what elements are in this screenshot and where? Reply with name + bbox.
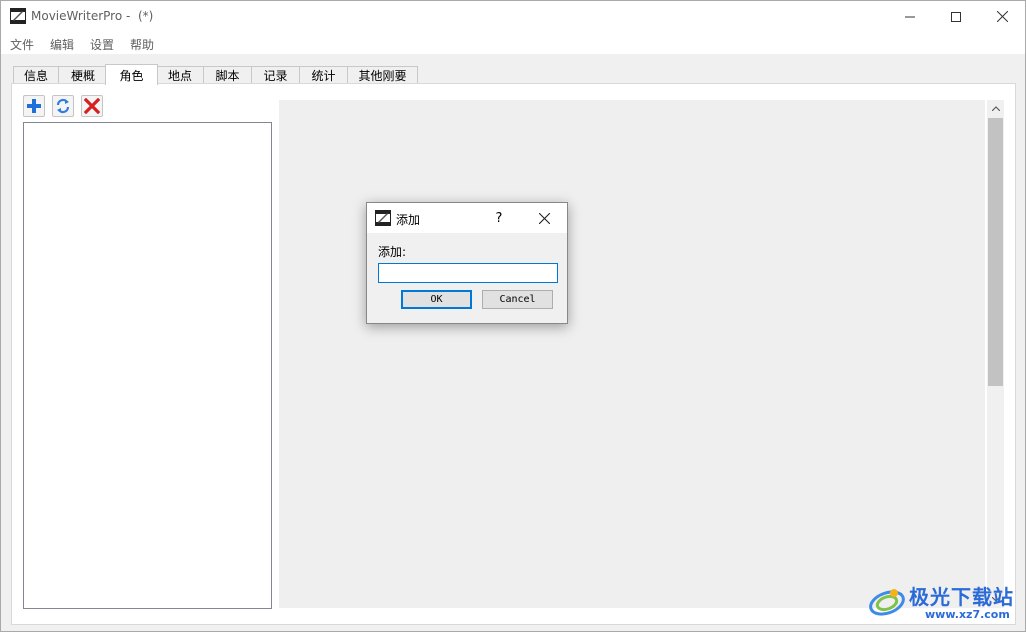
close-icon (538, 212, 550, 224)
close-icon (996, 11, 1008, 22)
dialog-close-button[interactable] (533, 207, 555, 229)
dialog-help-button[interactable]: ? (489, 207, 509, 229)
delete-character-button[interactable] (81, 95, 103, 117)
window-title: MovieWriterPro - (*) (31, 9, 154, 23)
tab-synopsis[interactable]: 梗概 (58, 66, 108, 84)
menu-file[interactable]: 文件 (10, 36, 34, 53)
characters-panel (11, 83, 1016, 625)
menu-bar: 文件 编辑 设置 帮助 (1, 32, 1025, 54)
character-detail-area (279, 100, 985, 608)
chevron-up-icon (991, 106, 1000, 111)
refresh-button[interactable] (52, 95, 74, 117)
menu-settings[interactable]: 设置 (90, 36, 114, 53)
scroll-thumb[interactable] (988, 118, 1003, 386)
plus-icon (27, 99, 41, 113)
add-dialog: 添加 ? 添加: OK Cancel (366, 202, 568, 324)
close-window-button[interactable] (979, 1, 1025, 32)
menu-edit[interactable]: 编辑 (50, 36, 74, 53)
dialog-title: 添加 (396, 213, 421, 227)
add-name-input[interactable] (378, 263, 558, 283)
site-watermark: 极光下载站 www.xz7.com (867, 579, 1023, 625)
tab-notes[interactable]: 记录 (251, 66, 300, 84)
maximize-button[interactable] (933, 1, 979, 32)
add-character-button[interactable] (23, 95, 45, 117)
tab-other-outline[interactable]: 其他刚要 (347, 66, 418, 84)
watermark-url: www.xz7.com (925, 608, 1010, 621)
refresh-icon (56, 98, 70, 114)
scroll-up-button[interactable] (987, 100, 1004, 117)
vertical-scrollbar[interactable] (987, 100, 1004, 608)
title-bar: MovieWriterPro - (*) (1, 1, 1025, 32)
app-logo-icon (375, 210, 391, 226)
app-logo-icon (10, 8, 26, 24)
ok-button[interactable]: OK (401, 290, 472, 309)
minimize-icon (905, 16, 915, 17)
tab-locations[interactable]: 地点 (156, 66, 204, 84)
cancel-button[interactable]: Cancel (482, 290, 553, 309)
watermark-text: 极光下载站 (909, 585, 1014, 609)
maximize-icon (951, 11, 961, 22)
tab-script[interactable]: 脚本 (203, 66, 252, 84)
character-list[interactable] (23, 122, 272, 609)
tab-characters[interactable]: 角色 (105, 64, 158, 85)
tab-statistics[interactable]: 统计 (299, 66, 348, 84)
delete-x-icon (84, 98, 100, 114)
menu-help[interactable]: 帮助 (130, 36, 154, 53)
tab-bar: 信息 梗概 角色 地点 脚本 记录 统计 其他刚要 (1, 54, 1025, 85)
app-window: MovieWriterPro - (*) 文件 编辑 设置 帮助 信息 梗概 角… (0, 0, 1026, 632)
watermark-logo-icon (869, 589, 905, 616)
tab-info[interactable]: 信息 (13, 66, 59, 84)
minimize-button[interactable] (887, 1, 933, 32)
dialog-field-label: 添加: (378, 245, 407, 259)
dialog-title-bar: 添加 ? (367, 203, 567, 233)
